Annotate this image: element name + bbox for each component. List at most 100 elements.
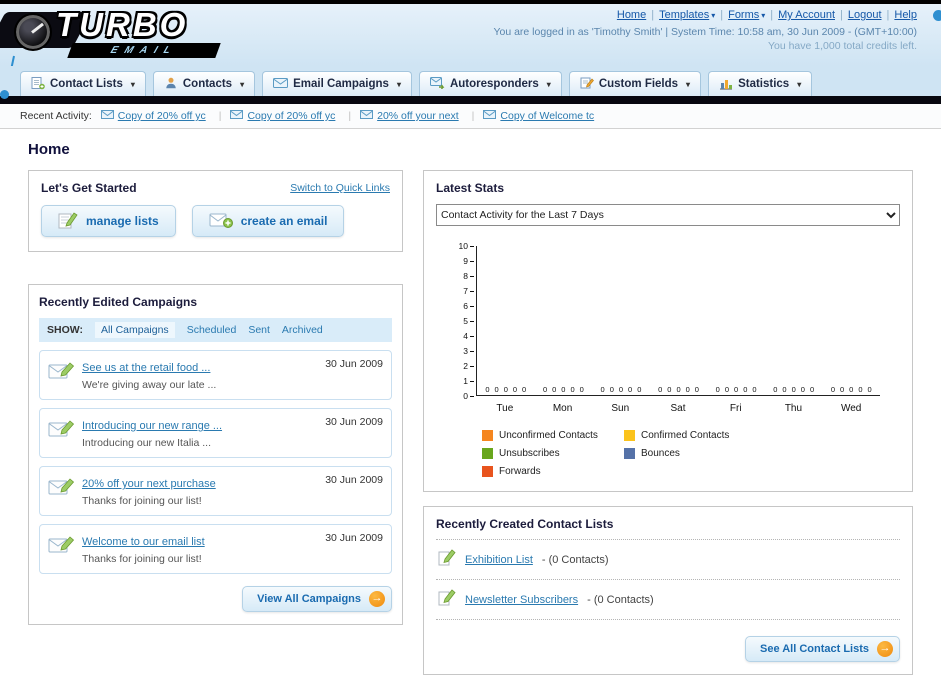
nav-link-forms[interactable]: Forms — [728, 9, 765, 21]
campaign-envelope-pencil-icon — [48, 474, 82, 501]
autoresponders-icon — [429, 76, 445, 92]
chart-value-label: 0 — [542, 385, 548, 394]
chart-x-label: Sun — [611, 403, 630, 414]
campaign-title-link[interactable]: Welcome to our email list — [82, 536, 205, 548]
chevron-down-icon — [794, 78, 801, 90]
tab-contact-lists[interactable]: Contact Lists — [20, 71, 146, 96]
chevron-down-icon — [237, 78, 244, 90]
arrow-right-icon — [877, 641, 893, 657]
chart-y-tick-label: 2 — [463, 361, 474, 371]
contact-list-count: - (0 Contacts) — [541, 553, 609, 566]
chart-value-label: 0 — [512, 385, 518, 394]
nav-separator — [765, 9, 778, 21]
legend-swatch — [482, 466, 493, 477]
legend-swatch — [624, 430, 635, 441]
chart-y-tick-label: 3 — [463, 346, 474, 356]
chevron-down-icon — [683, 78, 690, 90]
chart-value-label: 0 — [561, 385, 566, 394]
filter-archived[interactable]: Archived — [282, 324, 323, 336]
chart-value-label: 0 — [685, 385, 690, 394]
main-content: Home Let's Get Started Switch to Quick L… — [0, 129, 941, 683]
envelope-icon — [360, 110, 374, 122]
top-nav: Home Templates Forms My Account Logout Help — [617, 9, 917, 21]
campaign-subtitle: We're giving away our late ... — [82, 379, 217, 391]
campaign-filter-bar: SHOW: All Campaigns Scheduled Sent Archi… — [39, 318, 392, 342]
chart-value-label: 0 — [600, 385, 605, 394]
campaign-row: Introducing our new range ... Introducin… — [39, 408, 392, 458]
left-column: Let's Get Started Switch to Quick Links … — [28, 170, 403, 625]
filter-sent[interactable]: Sent — [248, 324, 270, 336]
recent-contact-lists-title: Recently Created Contact Lists — [436, 517, 614, 531]
brand-logo[interactable]: TURBO EMAIL — [0, 6, 254, 98]
campaign-title-link[interactable]: 20% off your next purchase — [82, 478, 216, 490]
chart-y-tick-label: 6 — [463, 301, 474, 311]
recent-activity-label: Recent Activity: — [20, 110, 92, 122]
chart-value-label: 0 — [485, 385, 490, 394]
chevron-down-icon — [544, 78, 551, 90]
campaign-envelope-pencil-icon — [48, 358, 82, 385]
recent-activity-bar: Recent Activity: Copy of 20% off yc Copy… — [0, 104, 941, 129]
chart-value-label: 0 — [791, 385, 796, 394]
chart-legend: Unconfirmed Contacts Confirmed Contacts Un… — [482, 430, 900, 477]
chart-bar-group: 00000 — [592, 385, 650, 395]
chart-bar-group: 00000 — [477, 385, 535, 395]
nav-link-my-account[interactable]: My Account — [778, 9, 835, 21]
contact-list-row: Newsletter Subscribers - (0 Contacts) — [436, 579, 900, 619]
chart-value-label: 0 — [503, 385, 508, 394]
get-started-title: Let's Get Started — [41, 181, 137, 195]
switch-quick-links-link[interactable]: Switch to Quick Links — [290, 182, 390, 194]
campaign-title-link[interactable]: See us at the retail food ... — [82, 362, 210, 374]
legend-item: Unsubscribes — [482, 448, 624, 459]
filter-scheduled[interactable]: Scheduled — [187, 324, 237, 336]
manage-lists-button[interactable]: manage lists — [41, 205, 176, 237]
tab-email-campaigns[interactable]: Email Campaigns — [262, 71, 412, 96]
chart-y-tick-label: 7 — [463, 286, 474, 296]
view-all-campaigns-button[interactable]: View All Campaigns — [242, 586, 392, 612]
custom-fields-icon — [580, 76, 594, 93]
chart-value-label: 0 — [830, 385, 835, 394]
campaign-envelope-pencil-icon — [48, 532, 82, 559]
stats-period-select[interactable]: Contact Activity for the Last 7 Days — [436, 204, 900, 226]
recent-activity-item[interactable]: Copy of 20% off yc — [230, 110, 351, 122]
chart-bar-group: 00000 — [535, 385, 593, 395]
contact-activity-chart: 10 9 8 7 6 5 4 3 2 1 0 000000000000000000000000000… — [436, 241, 900, 477]
pencil-icon — [438, 588, 456, 611]
chevron-down-icon — [394, 78, 401, 90]
chart-value-label: 0 — [667, 385, 672, 394]
right-column: Latest Stats Contact Activity for the La… — [423, 170, 913, 675]
login-info: You are logged in as 'Timothy Smith' | S… — [493, 26, 917, 38]
legend-label: Unconfirmed Contacts — [499, 430, 598, 441]
header: TURBO EMAIL Home Templates Forms My Account… — [0, 4, 941, 99]
nav-link-help[interactable]: Help — [894, 9, 917, 21]
recent-activity-item[interactable]: Copy of 20% off yc — [100, 110, 222, 122]
recent-activity-item[interactable]: 20% off your next — [360, 110, 474, 122]
legend-item: Bounces — [624, 448, 766, 459]
tab-custom-fields[interactable]: Custom Fields — [568, 71, 702, 96]
nav-link-home[interactable]: Home — [617, 9, 646, 21]
chart-value-label: 0 — [800, 385, 805, 394]
filter-all-campaigns[interactable]: All Campaigns — [94, 322, 175, 338]
chart-value-label: 0 — [658, 385, 663, 394]
recent-campaigns-title: Recently Edited Campaigns — [39, 295, 198, 309]
contact-list-link[interactable]: Newsletter Subscribers — [465, 594, 578, 606]
nav-link-logout[interactable]: Logout — [848, 9, 882, 21]
contact-lists-icon — [31, 76, 45, 93]
campaign-title-link[interactable]: Introducing our new range ... — [82, 420, 222, 432]
tab-contacts[interactable]: Contacts — [152, 71, 256, 96]
chart-x-label: Mon — [552, 403, 573, 414]
contact-list-link[interactable]: Exhibition List — [465, 554, 533, 566]
chart-value-label: 0 — [494, 385, 499, 394]
legend-label: Unsubscribes — [499, 448, 560, 459]
tab-label: Statistics — [738, 78, 790, 90]
nav-link-templates[interactable]: Templates — [659, 9, 715, 21]
chart-y-tick-label: 1 — [463, 376, 474, 386]
create-email-button[interactable]: create an email — [191, 205, 345, 237]
main-nav-tabbar: Contact Lists Contacts Email Campaigns A… — [0, 66, 941, 96]
chart-y-tick-label: 5 — [463, 316, 474, 326]
tab-statistics[interactable]: Statistics — [708, 71, 813, 96]
see-all-contact-lists-button[interactable]: See All Contact Lists — [744, 636, 900, 662]
page-title: Home — [28, 141, 70, 158]
campaign-date: 30 Jun 2009 — [325, 358, 383, 370]
tab-autoresponders[interactable]: Autoresponders — [418, 71, 562, 96]
recent-activity-item[interactable]: Copy of Welcome tc — [483, 110, 594, 122]
